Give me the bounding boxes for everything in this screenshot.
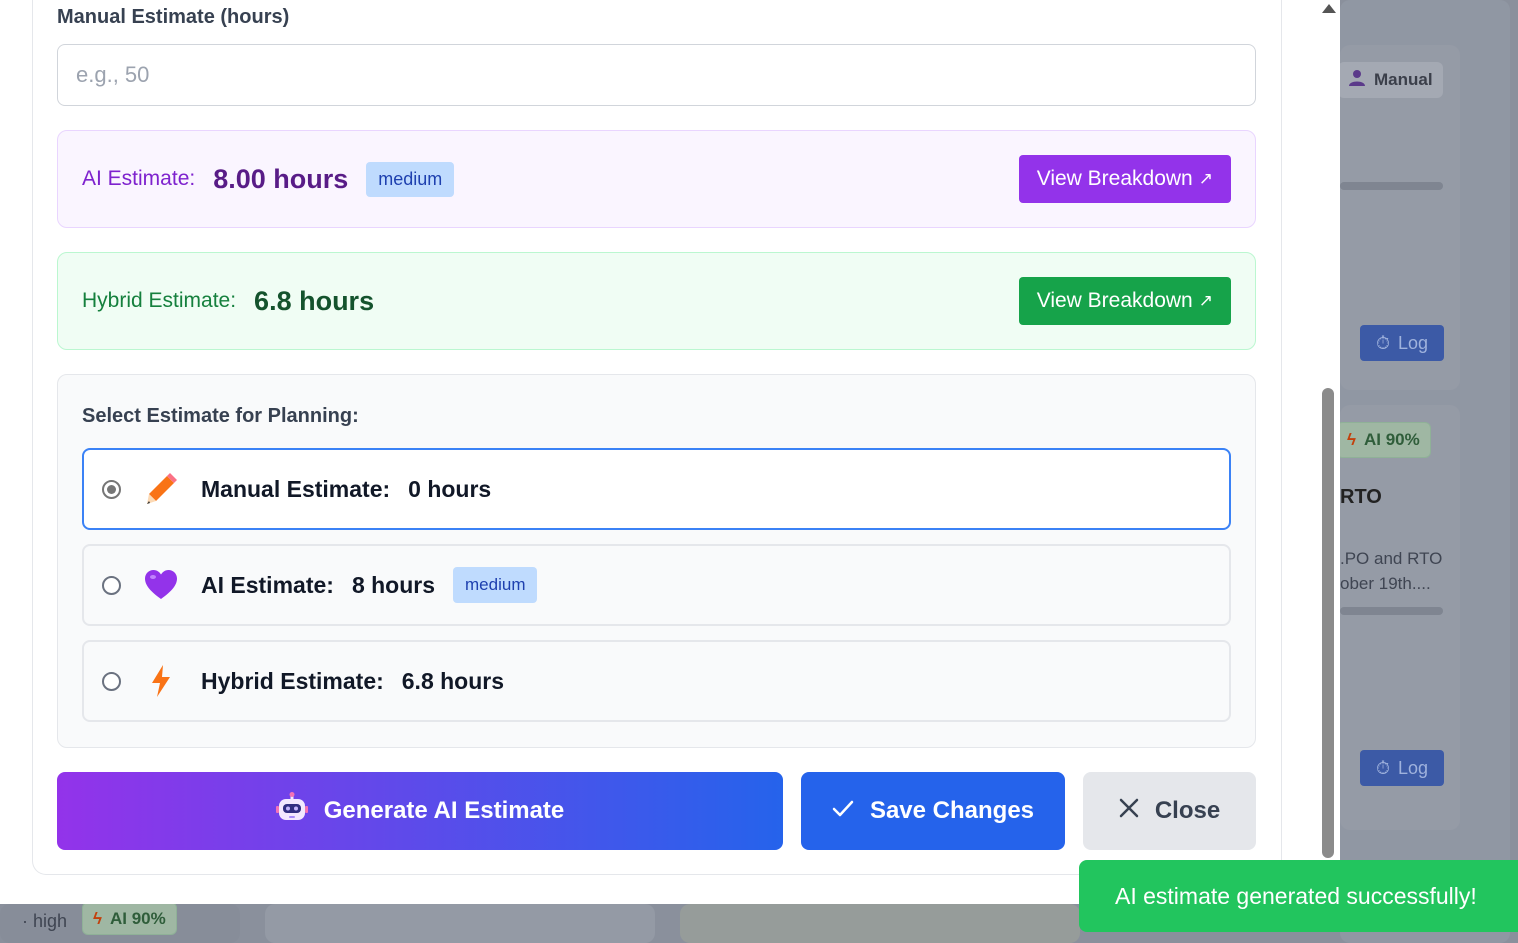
- radio-manual[interactable]: [102, 479, 121, 499]
- ai-view-breakdown-label: View Breakdown: [1036, 167, 1193, 190]
- board-column-mid2: [680, 904, 1080, 943]
- close-icon: [1119, 797, 1139, 825]
- purple-heart-icon: [143, 567, 179, 603]
- option-manual-estimate[interactable]: Manual Estimate: 0 hours: [82, 448, 1231, 530]
- planning-estimate-selector: Select Estimate for Planning: Manual Est…: [57, 374, 1256, 748]
- ai-view-breakdown-button[interactable]: View Breakdown ↗: [1018, 155, 1231, 203]
- planning-selector-title: Select Estimate for Planning:: [82, 405, 359, 427]
- lightning-icon: ϟ: [93, 908, 102, 928]
- ai-estimate-label: AI Estimate:: [82, 167, 196, 190]
- bg-ai-chip-bottom: ϟ AI 90%: [82, 902, 177, 935]
- option-ai-label: AI Estimate:: [201, 571, 334, 598]
- close-label: Close: [1154, 797, 1221, 824]
- generate-ai-estimate-button[interactable]: Generate AI Estimate: [57, 772, 783, 850]
- bg-log-label: Log: [1398, 332, 1429, 353]
- option-ai-badge: medium: [453, 567, 538, 603]
- scroll-thumb[interactable]: [1322, 388, 1334, 858]
- success-toast[interactable]: AI estimate generated successfully!: [1079, 860, 1518, 932]
- scroll-up-arrow-icon[interactable]: [1322, 4, 1336, 13]
- stopwatch-icon: ⏱: [1375, 332, 1390, 353]
- option-ai-estimate[interactable]: AI Estimate: 8 hours medium: [82, 544, 1231, 626]
- hybrid-estimate-value: 6.8 hours: [254, 285, 375, 316]
- bg-log-button-2[interactable]: ⏱ Log: [1360, 750, 1444, 786]
- lightning-icon: [143, 663, 179, 699]
- board-column-mid: [265, 904, 655, 943]
- option-ai-value: 8 hours: [351, 571, 436, 598]
- checkmark-icon: [832, 797, 854, 825]
- hybrid-view-breakdown-button[interactable]: View Breakdown ↗: [1018, 277, 1231, 325]
- lightning-icon: ϟ: [1347, 430, 1356, 449]
- bg-task-title: RTO: [1340, 486, 1382, 508]
- option-manual-value: 0 hours: [408, 475, 492, 502]
- option-hybrid-estimate[interactable]: Hybrid Estimate: 6.8 hours: [82, 640, 1231, 722]
- save-changes-button[interactable]: Save Changes: [801, 772, 1065, 850]
- user-icon: [1348, 69, 1366, 92]
- bg-progress-bar: [1340, 182, 1443, 190]
- hybrid-estimate-summary: Hybrid Estimate: 6.8 hours View Breakdow…: [57, 252, 1256, 350]
- stopwatch-icon: ⏱: [1375, 757, 1390, 778]
- estimate-modal: Manual Estimate (hours) AI Estimate: 8.0…: [0, 0, 1340, 904]
- toast-message: AI estimate generated successfully!: [1115, 882, 1477, 909]
- external-link-icon: ↗: [1198, 291, 1213, 310]
- option-manual-label: Manual Estimate:: [201, 475, 391, 502]
- ai-estimate-value: 8.00 hours: [213, 163, 349, 194]
- generate-ai-estimate-label: Generate AI Estimate: [323, 797, 565, 824]
- bg-manual-chip-label: Manual: [1374, 70, 1433, 89]
- bg-task-desc-1: .PO and RTO: [1340, 549, 1443, 568]
- bg-log-label: Log: [1398, 757, 1429, 778]
- external-link-icon: ↗: [1198, 169, 1213, 188]
- bg-ai-chip-label: AI 90%: [1364, 430, 1420, 449]
- ai-estimate-summary: AI Estimate: 8.00 hours medium View Brea…: [57, 130, 1256, 228]
- radio-hybrid[interactable]: [102, 671, 121, 691]
- close-button[interactable]: Close: [1083, 772, 1256, 850]
- option-hybrid-label: Hybrid Estimate:: [201, 667, 384, 694]
- bg-progress-bar-2: [1340, 607, 1443, 615]
- bg-task-desc-2: ober 19th....: [1340, 574, 1431, 593]
- bg-log-button-1[interactable]: ⏱ Log: [1360, 325, 1444, 361]
- manual-estimate-label: Manual Estimate (hours): [57, 6, 290, 28]
- bg-ai-chip-bottom-label: AI 90%: [110, 908, 166, 928]
- hybrid-view-breakdown-label: View Breakdown: [1036, 289, 1193, 312]
- bg-priority-text: · high: [22, 911, 68, 931]
- pencil-icon: [143, 471, 179, 507]
- option-hybrid-value: 6.8 hours: [401, 667, 505, 694]
- bg-ai-chip: ϟ AI 90%: [1336, 422, 1431, 458]
- save-changes-label: Save Changes: [869, 797, 1035, 824]
- radio-ai[interactable]: [102, 575, 121, 595]
- confidence-badge: medium: [366, 161, 455, 197]
- robot-icon: [275, 791, 308, 831]
- modal-scrollbar[interactable]: [1316, 0, 1340, 904]
- bg-manual-chip: Manual: [1338, 62, 1443, 98]
- hybrid-estimate-label: Hybrid Estimate:: [82, 289, 237, 312]
- manual-estimate-input[interactable]: [57, 44, 1256, 106]
